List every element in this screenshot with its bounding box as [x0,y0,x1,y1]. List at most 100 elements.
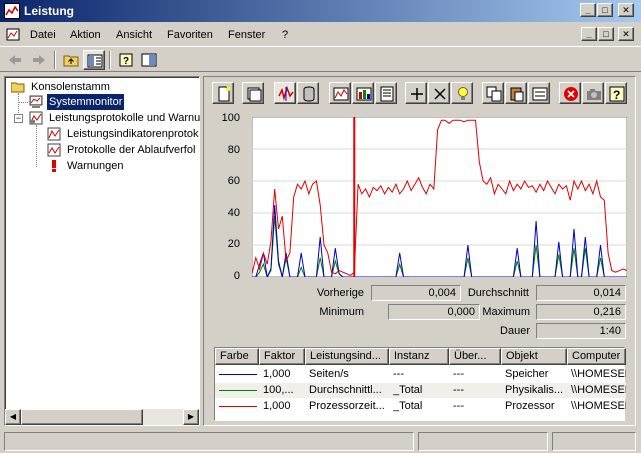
alert-icon [47,159,61,173]
legend-instance: _Total [393,384,423,396]
view-histogram-button[interactable] [352,82,374,104]
view-current-activity-button[interactable] [274,82,296,104]
toolbar-separator [109,51,111,69]
minimize-button[interactable]: _ [580,3,596,17]
legend-computer: \\HOMESER [571,384,626,396]
delete-counter-button[interactable] [428,82,450,104]
view-report-button[interactable] [375,82,397,104]
legend-factor: 100,... [263,384,294,396]
paste-counter-list-button[interactable] [505,82,527,104]
child-minimize-button[interactable]: _ [581,27,597,41]
add-counter-button[interactable] [405,82,427,104]
stat-label-duration: Dauer [500,325,530,337]
counter-legend[interactable]: Farbe Faktor Leistungsind... Instanz Übe… [214,347,626,421]
scroll-thumb[interactable] [21,409,143,425]
view-log-data-button[interactable] [297,82,319,104]
properties-button[interactable] [528,82,550,104]
show-tree-icon[interactable] [83,50,105,70]
collapse-toggle[interactable]: − [14,114,23,123]
new-counter-set-button[interactable] [212,82,234,104]
child-restore-button[interactable]: □ [598,27,614,41]
title-bar[interactable]: Leistung _ □ ✕ [0,0,641,22]
status-panel-main [4,432,414,451]
scroll-left-button[interactable]: ◀ [5,409,21,425]
menu-fenster[interactable]: Fenster [228,29,265,41]
legend-factor: 1,000 [263,368,291,380]
legend-object: Speicher [505,368,549,380]
svg-text:?: ? [613,88,620,102]
legend-computer: \\HOMESER [571,368,626,380]
column-header-instance[interactable]: Instanz [389,348,449,365]
column-header-computer[interactable]: Computer [567,348,626,365]
legend-instance: --- [393,368,404,380]
tree-connector [36,125,37,167]
forward-button[interactable] [28,50,50,70]
y-tick-label: 80 [227,144,240,156]
performance-app-icon[interactable] [4,3,20,19]
console-menu-icon[interactable] [6,28,22,42]
tree-label-trace-logs: Protokolle der Ablaufverfol [67,144,196,156]
menu-bar: Datei Aktion Ansicht Favoriten Fenster ?… [0,24,641,46]
clear-display-button[interactable] [242,82,264,104]
highlight-button[interactable] [451,82,473,104]
console-tree[interactable]: Konsolenstamm Systemmonitor − Leistungsp… [4,76,200,426]
legend-row[interactable]: 1,000 Seiten/s --- --- Speicher \\HOMESE… [215,367,626,382]
freeze-display-button[interactable] [559,82,581,104]
column-header-object[interactable]: Objekt [501,348,567,365]
close-button[interactable]: ✕ [618,3,634,17]
column-header-counter[interactable]: Leistungsind... [305,348,389,365]
legend-factor: 1,000 [263,400,291,412]
y-tick-label: 60 [227,175,240,187]
legend-instance: _Total [393,400,423,412]
legend-object: Prozessor [505,400,555,412]
menu-favoriten[interactable]: Favoriten [167,29,213,41]
copy-properties-button[interactable] [482,82,504,104]
back-button[interactable] [4,50,26,70]
stat-label-maximum: Maximum [482,306,530,318]
stat-label-previous: Vorherige [316,287,364,299]
main-toolbar: ? [0,46,641,72]
y-tick-label: 0 [233,270,240,282]
status-panel-2 [418,432,548,451]
legend-counter: Seiten/s [309,368,349,380]
legend-color-swatch [219,374,257,375]
legend-parent: --- [453,368,464,380]
scroll-right-button[interactable]: ▶ [183,409,199,425]
column-header-scale[interactable]: Faktor [259,348,305,365]
legend-row[interactable]: 1,000 Prozessorzeit... _Total --- Prozes… [215,399,626,414]
tree-label-counter-logs: Leistungsindikatorenprotok [67,128,199,140]
legend-counter: Prozessorzeit... [309,400,385,412]
maximize-button[interactable]: □ [597,3,613,17]
system-monitor-pane: ? 100 80 60 40 20 0 Vorherige 0,004 Durc… [203,76,636,426]
tree-horizontal-scrollbar[interactable]: ◀ ▶ [5,409,199,425]
stat-value-maximum: 0,216 [536,304,626,320]
sysmon-help-button[interactable]: ? [605,82,627,104]
folder-icon [10,80,25,94]
column-header-parent[interactable]: Über... [449,348,501,365]
help-icon[interactable]: ? [115,50,137,70]
plot-area[interactable] [252,117,627,277]
menu-help[interactable]: ? [282,29,288,41]
legend-color-swatch [219,406,257,407]
y-tick-label: 40 [227,207,240,219]
child-close-button[interactable]: ✕ [618,27,634,41]
status-panel-3 [552,432,636,451]
legend-row[interactable]: 100,... Durchschnittl... _Total --- Phys… [215,383,626,398]
svg-text:?: ? [123,56,129,67]
tree-label-perf-logs: Leistungsprotokolle und Warnu [49,112,201,124]
y-tick-label: 100 [221,112,240,124]
tree-label-system-monitor: Systemmonitor [45,93,126,111]
system-monitor-icon [29,95,43,109]
up-folder-icon[interactable] [60,50,82,70]
update-data-button[interactable] [582,82,604,104]
counter-log-icon [47,127,61,141]
stat-label-minimum: Minimum [319,306,364,318]
legend-object: Physikalis... [505,384,564,396]
tree-label-root: Konsolenstamm [31,81,110,93]
menu-ansicht[interactable]: Ansicht [116,29,152,41]
column-header-color[interactable]: Farbe [215,348,259,365]
menu-aktion[interactable]: Aktion [70,29,101,41]
show-details-icon[interactable] [138,50,160,70]
view-graph-button[interactable] [329,82,351,104]
menu-datei[interactable]: Datei [30,29,56,41]
